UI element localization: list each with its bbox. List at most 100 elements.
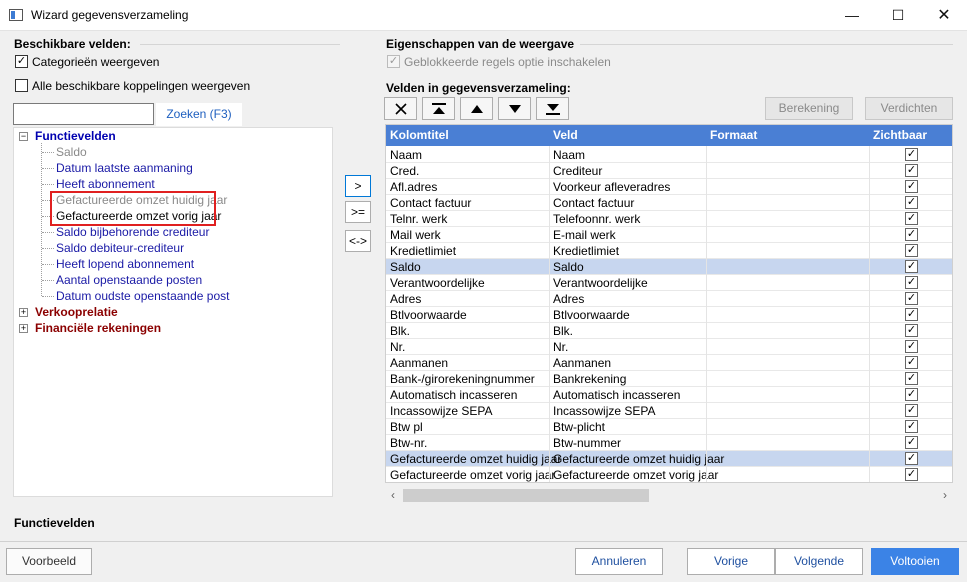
tree-item[interactable]: Datum laatste aanmaning — [56, 161, 193, 175]
cell-field[interactable]: Nr. — [553, 340, 568, 354]
show-categories-checkbox[interactable]: ✓ — [15, 55, 28, 68]
visible-checkbox[interactable]: ✓ — [905, 468, 918, 481]
visible-checkbox[interactable]: ✓ — [905, 244, 918, 257]
tree-item[interactable]: Heeft lopend abonnement — [56, 257, 194, 271]
cell-column-title[interactable]: Btlvoorwaarde — [390, 308, 467, 322]
cell-field[interactable]: Adres — [553, 292, 584, 306]
next-button[interactable]: Volgende — [775, 548, 863, 575]
tree-category-verkooprelatie[interactable]: Verkooprelatie — [35, 305, 118, 319]
visible-checkbox[interactable]: ✓ — [905, 228, 918, 241]
table-row[interactable]: Saldo Saldo ✓ — [386, 259, 952, 275]
cell-column-title[interactable]: Btw-nr. — [390, 436, 427, 450]
cell-column-title[interactable]: Verantwoordelijke — [390, 276, 485, 290]
table-row[interactable]: Gefactureerde omzet vorig jaar Gefacturee… — [386, 467, 952, 482]
visible-checkbox[interactable]: ✓ — [905, 340, 918, 353]
visible-checkbox[interactable]: ✓ — [905, 276, 918, 289]
cell-column-title[interactable]: Kredietlimiet — [390, 244, 456, 258]
search-button[interactable]: Zoeken (F3) — [156, 103, 242, 126]
expand-functievelden-icon[interactable]: − — [19, 132, 28, 141]
minimize-button[interactable]: — — [829, 0, 875, 31]
cell-column-title[interactable]: Aanmanen — [390, 356, 448, 370]
table-row[interactable]: Btw-nr. Btw-nummer ✓ — [386, 435, 952, 451]
cell-column-title[interactable]: Automatisch incasseren — [390, 388, 517, 402]
cell-field[interactable]: Blk. — [553, 324, 573, 338]
visible-checkbox[interactable]: ✓ — [905, 356, 918, 369]
cell-field[interactable]: Contact factuur — [553, 196, 634, 210]
cell-field[interactable]: Btw-plicht — [553, 420, 605, 434]
finish-button[interactable]: Voltooien — [871, 548, 959, 575]
visible-checkbox[interactable]: ✓ — [905, 196, 918, 209]
table-row[interactable]: Adres Adres ✓ — [386, 291, 952, 307]
table-row[interactable]: Aanmanen Aanmanen ✓ — [386, 355, 952, 371]
tree-item[interactable]: Datum oudste openstaande post — [56, 289, 229, 303]
cell-field[interactable]: Kredietlimiet — [553, 244, 619, 258]
table-row[interactable]: Btlvoorwaarde Btlvoorwaarde ✓ — [386, 307, 952, 323]
visible-checkbox[interactable]: ✓ — [905, 308, 918, 321]
cell-column-title[interactable]: Gefactureerde omzet huidig jaar — [390, 452, 561, 466]
cell-field[interactable]: Gefactureerde omzet huidig jaar — [553, 452, 724, 466]
calculation-button[interactable]: Berekening — [765, 97, 853, 120]
visible-checkbox[interactable]: ✓ — [905, 180, 918, 193]
maximize-button[interactable]: ☐ — [875, 0, 921, 31]
tree-item[interactable]: Saldo — [56, 145, 87, 159]
tree-category-financiele-rekeningen[interactable]: Financiële rekeningen — [35, 321, 161, 335]
table-row[interactable]: Naam Naam ✓ — [386, 147, 952, 163]
search-input[interactable] — [13, 103, 154, 125]
table-row[interactable]: Btw pl Btw-plicht ✓ — [386, 419, 952, 435]
table-row[interactable]: Mail werk E-mail werk ✓ — [386, 227, 952, 243]
table-row[interactable]: Automatisch incasseren Automatisch incass… — [386, 387, 952, 403]
visible-checkbox[interactable]: ✓ — [905, 436, 918, 449]
column-header-visible[interactable]: Zichtbaar — [873, 128, 927, 142]
cell-column-title[interactable]: Blk. — [390, 324, 410, 338]
cell-field[interactable]: Verantwoordelijke — [553, 276, 648, 290]
tree-item[interactable]: Aantal openstaande posten — [56, 273, 202, 287]
table-row[interactable]: Gefactureerde omzet huidig jaar Gefacture… — [386, 451, 952, 467]
table-row[interactable]: Cred. Crediteur ✓ — [386, 163, 952, 179]
cell-column-title[interactable]: Nr. — [390, 340, 405, 354]
swap-button[interactable]: <-> — [345, 230, 371, 252]
cell-field[interactable]: Incassowijze SEPA — [553, 404, 656, 418]
cell-column-title[interactable]: Cred. — [390, 164, 419, 178]
cell-field[interactable]: Crediteur — [553, 164, 602, 178]
cell-column-title[interactable]: Gefactureerde omzet vorig jaar — [390, 468, 555, 482]
tree-item[interactable]: Heeft abonnement — [56, 177, 155, 191]
cell-field[interactable]: Automatisch incasseren — [553, 388, 680, 402]
cell-column-title[interactable]: Mail werk — [390, 228, 441, 242]
move-bottom-button[interactable] — [536, 97, 569, 120]
fields-grid[interactable]: Kolomtitel Veld Formaat Zichtbaar Naam Na… — [385, 124, 953, 483]
table-row[interactable]: Verantwoordelijke Verantwoordelijke ✓ — [386, 275, 952, 291]
remove-field-button[interactable] — [384, 97, 417, 120]
cell-field[interactable]: Voorkeur afleveradres — [553, 180, 670, 194]
visible-checkbox[interactable]: ✓ — [905, 292, 918, 305]
add-field-button[interactable]: > — [345, 175, 371, 197]
expand-verkooprelatie-icon[interactable]: + — [19, 308, 28, 317]
cell-field[interactable]: Bankrekening — [553, 372, 626, 386]
move-up-button[interactable] — [460, 97, 493, 120]
visible-checkbox[interactable]: ✓ — [905, 388, 918, 401]
cell-column-title[interactable]: Telnr. werk — [390, 212, 447, 226]
cell-column-title[interactable]: Naam — [390, 148, 422, 162]
preview-button[interactable]: Voorbeeld — [6, 548, 92, 575]
cell-column-title[interactable]: Bank-/girorekeningnummer — [390, 372, 535, 386]
cell-column-title[interactable]: Btw pl — [390, 420, 423, 434]
scroll-left-icon[interactable]: ‹ — [385, 487, 401, 503]
tree-category-functievelden[interactable]: Functievelden — [35, 129, 116, 143]
blocked-rows-checkbox[interactable]: ✓ — [387, 55, 400, 68]
show-links-checkbox[interactable] — [15, 79, 28, 92]
scroll-thumb[interactable] — [403, 489, 649, 502]
tree-item[interactable]: Saldo debiteur-crediteur — [56, 241, 184, 255]
table-row[interactable]: Bank-/girorekeningnummer Bankrekening ✓ — [386, 371, 952, 387]
close-button[interactable]: ✕ — [921, 0, 967, 31]
scroll-right-icon[interactable]: › — [937, 487, 953, 503]
visible-checkbox[interactable]: ✓ — [905, 164, 918, 177]
cell-column-title[interactable]: Afl.adres — [390, 180, 437, 194]
visible-checkbox[interactable]: ✓ — [905, 148, 918, 161]
cell-field[interactable]: Aanmanen — [553, 356, 611, 370]
add-all-button[interactable]: >= — [345, 201, 371, 223]
table-row[interactable]: Blk. Blk. ✓ — [386, 323, 952, 339]
expand-financiele-rekeningen-icon[interactable]: + — [19, 324, 28, 333]
cell-field[interactable]: E-mail werk — [553, 228, 616, 242]
tree-item[interactable]: Saldo bijbehorende crediteur — [56, 225, 209, 239]
visible-checkbox[interactable]: ✓ — [905, 260, 918, 273]
field-tree[interactable]: − Functievelden Saldo Datum laatste aanm… — [13, 127, 333, 497]
